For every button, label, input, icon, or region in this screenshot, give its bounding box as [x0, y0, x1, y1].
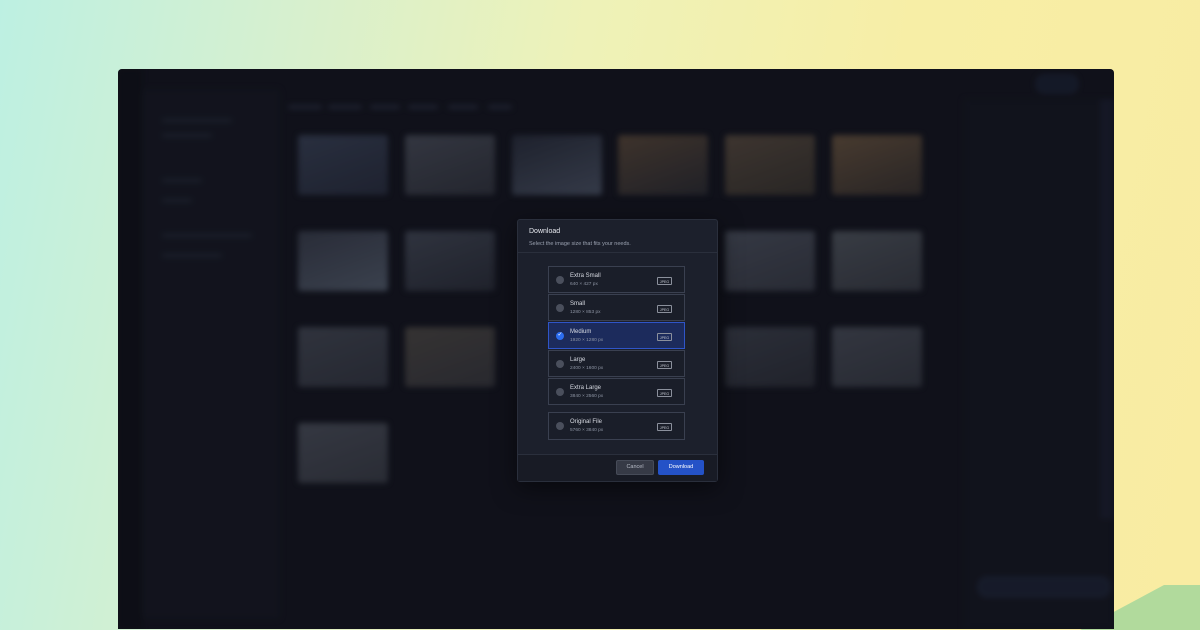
- option-dimensions: 5760 × 3840 px: [570, 428, 604, 433]
- modal-header: Download Select the image size that fits…: [518, 220, 717, 253]
- option-name: Extra Large: [570, 385, 602, 391]
- modal-footer: Cancel Download: [518, 454, 717, 481]
- size-option-extra-large[interactable]: Extra Large 3840 × 2560 px JPEG: [548, 378, 685, 405]
- size-options: Extra Small 640 × 427 px JPEG Small 1280…: [548, 266, 685, 441]
- format-badge: JPEG: [657, 333, 672, 341]
- size-option-medium[interactable]: Medium 1920 × 1280 px JPEG: [548, 322, 685, 349]
- size-option-extra-small[interactable]: Extra Small 640 × 427 px JPEG: [548, 266, 685, 293]
- modal-title: Download: [529, 228, 561, 235]
- format-badge: JPEG: [657, 423, 672, 431]
- modal-subtitle: Select the image size that fits your nee…: [529, 241, 631, 247]
- option-name: Original File: [570, 419, 603, 425]
- radio-icon[interactable]: [556, 388, 564, 396]
- format-badge: JPEG: [657, 305, 672, 313]
- radio-icon[interactable]: [556, 304, 564, 312]
- option-dimensions: 2400 × 1600 px: [570, 366, 604, 371]
- option-dimensions: 1920 × 1280 px: [570, 338, 604, 343]
- size-option-original[interactable]: Original File 5760 × 3840 px JPEG: [548, 412, 685, 440]
- radio-icon[interactable]: [556, 360, 564, 368]
- size-option-small[interactable]: Small 1280 × 853 px JPEG: [548, 294, 685, 321]
- option-name: Extra Small: [570, 273, 601, 279]
- format-badge: JPEG: [657, 277, 672, 285]
- option-dimensions: 1280 × 853 px: [570, 310, 601, 315]
- option-name: Medium: [570, 329, 592, 335]
- option-name: Large: [570, 357, 586, 363]
- radio-icon[interactable]: [556, 422, 564, 430]
- option-dimensions: 3840 × 2560 px: [570, 394, 604, 399]
- format-badge: JPEG: [657, 361, 672, 369]
- option-name: Small: [570, 301, 586, 307]
- download-button[interactable]: Download: [658, 460, 704, 475]
- format-badge: JPEG: [657, 389, 672, 397]
- watermark: [1163, 31, 1166, 41]
- radio-icon[interactable]: [556, 276, 564, 284]
- check-icon[interactable]: [556, 331, 564, 340]
- size-option-large[interactable]: Large 2400 × 1600 px JPEG: [548, 350, 685, 377]
- option-dimensions: 640 × 427 px: [570, 282, 598, 287]
- download-modal: Download Select the image size that fits…: [517, 219, 718, 482]
- cancel-button[interactable]: Cancel: [616, 460, 654, 475]
